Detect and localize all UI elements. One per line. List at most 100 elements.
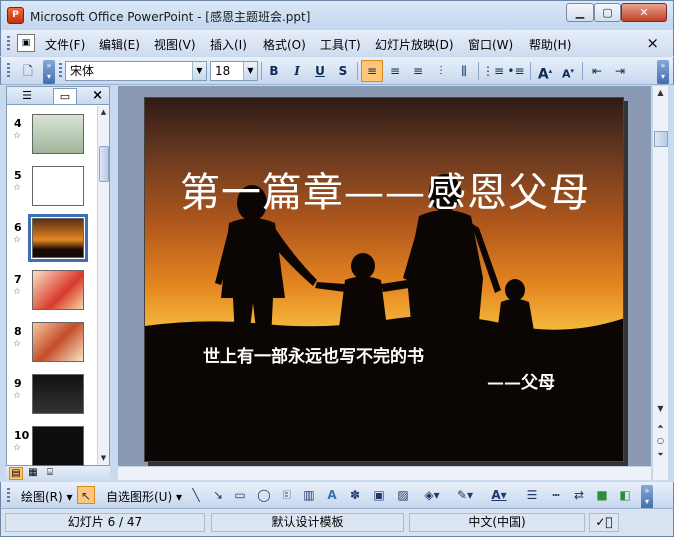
slide-body-line-1[interactable]: 世上有一部永远也写不完的书: [203, 342, 424, 367]
powerpoint-app-icon[interactable]: P: [7, 7, 24, 24]
slide-thumbnail-row[interactable]: 6 ☆: [7, 214, 97, 270]
document-icon[interactable]: ▣: [17, 34, 35, 52]
vertical-textbox-icon[interactable]: ▥: [300, 486, 318, 504]
distribute-icon[interactable]: ⫶: [430, 60, 452, 82]
menu-file[interactable]: 文件(F): [45, 36, 85, 53]
normal-view-icon[interactable]: ▤: [9, 467, 23, 480]
slide-title[interactable]: 第一篇章——感恩父母: [145, 160, 623, 218]
bullets-icon[interactable]: •≡: [505, 60, 527, 82]
3d-style-icon[interactable]: ◧: [616, 486, 634, 504]
editor-vertical-scrollbar[interactable]: ▲ ▼ ⏶ ○ ⏷: [652, 86, 668, 480]
wordart-icon[interactable]: A: [323, 486, 341, 504]
menu-slideshow[interactable]: 幻灯片放映(D): [375, 36, 454, 53]
previous-slide-icon[interactable]: ⏶: [653, 422, 668, 432]
font-size-select[interactable]: 18 ▼: [210, 61, 258, 81]
line-style-icon[interactable]: ☰: [523, 486, 541, 504]
select-pointer-icon[interactable]: ↖: [77, 486, 95, 504]
shadow-style-icon[interactable]: ■: [593, 486, 611, 504]
slides-tab[interactable]: ▭: [53, 88, 77, 104]
slide-thumbnail-row[interactable]: 10 ☆: [7, 423, 97, 466]
new-document-icon[interactable]: 🗋: [17, 60, 39, 82]
minimize-button[interactable]: ▁: [566, 3, 594, 22]
decrease-indent-icon[interactable]: ⇤: [586, 60, 608, 82]
drawbar-grip[interactable]: [7, 488, 10, 502]
menu-help[interactable]: 帮助(H): [529, 36, 571, 53]
dash-style-icon[interactable]: ┅: [547, 486, 565, 504]
clipart-icon[interactable]: ▣: [370, 486, 388, 504]
slide-thumbnail-row[interactable]: 5 ☆: [7, 163, 97, 218]
spelling-icon[interactable]: ✓⃞: [589, 513, 619, 532]
picture-icon[interactable]: ▨: [394, 486, 412, 504]
slide-thumbnail-row[interactable]: 8 ☆: [7, 319, 97, 374]
close-button[interactable]: ✕: [621, 3, 667, 22]
panel-scrollbar[interactable]: ▲ ▼: [97, 106, 109, 465]
line-icon[interactable]: ╲: [187, 486, 205, 504]
menu-edit[interactable]: 编辑(E): [99, 36, 140, 53]
outline-tab[interactable]: ☰: [15, 88, 39, 104]
increase-indent-icon[interactable]: ⇥: [609, 60, 631, 82]
font-color-icon[interactable]: A▾: [490, 486, 508, 504]
numbering-icon[interactable]: ⋮≡: [482, 60, 504, 82]
menu-window[interactable]: 窗口(W): [468, 36, 513, 53]
menu-view[interactable]: 视图(V): [154, 36, 196, 53]
toolbar-options-chevron-icon[interactable]: » ▾: [641, 485, 653, 509]
scroll-down-icon[interactable]: ▼: [98, 454, 109, 462]
slide-thumbnail[interactable]: [32, 322, 84, 362]
current-slide[interactable]: 第一篇章——感恩父母 世上有一部永远也写不完的书 ——父母: [144, 97, 624, 462]
slide-thumbnail[interactable]: [32, 270, 84, 310]
slideshow-view-icon[interactable]: ⌸: [43, 467, 57, 480]
panel-scroll-thumb[interactable]: [99, 146, 109, 182]
slide-thumbnail[interactable]: [32, 166, 84, 206]
fill-color-icon[interactable]: ◈▾: [423, 486, 441, 504]
menu-tools[interactable]: 工具(T): [320, 36, 361, 53]
vertical-text-icon[interactable]: ⫼: [453, 60, 475, 82]
line-color-icon[interactable]: ✎▾: [456, 486, 474, 504]
menu-grip[interactable]: [7, 36, 10, 50]
scroll-down-icon[interactable]: ▼: [653, 404, 668, 413]
slide-thumbnail-row[interactable]: 7 ☆: [7, 267, 97, 322]
document-close-icon[interactable]: ×: [646, 34, 659, 52]
editor-horizontal-scrollbar[interactable]: [118, 466, 651, 480]
toolbar-grip[interactable]: [7, 63, 10, 77]
slide-thumbnail-row[interactable]: 4 ☆: [7, 111, 97, 166]
arrow-style-icon[interactable]: ⇄: [570, 486, 588, 504]
align-center-icon[interactable]: ≡: [384, 60, 406, 82]
decrease-font-button[interactable]: A▾: [557, 60, 579, 82]
menu-insert[interactable]: 插入(I): [210, 36, 247, 53]
chevron-down-icon[interactable]: ▼: [192, 62, 206, 80]
restore-button[interactable]: ▢: [594, 3, 621, 22]
slide-body-line-2[interactable]: ——父母: [487, 368, 555, 393]
align-left-icon[interactable]: ≡: [361, 60, 383, 82]
diagram-icon[interactable]: ✽: [346, 486, 364, 504]
rectangle-icon[interactable]: ▭: [231, 486, 249, 504]
underline-button[interactable]: U: [309, 60, 331, 82]
scroll-up-icon[interactable]: ▲: [98, 108, 109, 116]
menu-format[interactable]: 格式(O): [263, 36, 306, 53]
font-name-select[interactable]: 宋体 ▼: [65, 61, 207, 81]
oval-icon[interactable]: ◯: [255, 486, 273, 504]
chevron-down-icon[interactable]: ▼: [243, 62, 257, 80]
autoshapes-button[interactable]: 自选图形(U) ▾: [106, 488, 182, 505]
italic-button[interactable]: I: [286, 60, 308, 82]
panel-close-icon[interactable]: ×: [92, 88, 103, 103]
increase-font-button[interactable]: A▴: [534, 60, 556, 83]
editor-scroll-thumb[interactable]: [654, 131, 668, 147]
shadow-button[interactable]: S: [332, 60, 354, 82]
align-right-icon[interactable]: ≡: [407, 60, 429, 82]
slide-thumbnail[interactable]: [28, 214, 88, 262]
scroll-up-icon[interactable]: ▲: [653, 88, 668, 97]
toolbar-options-chevron-icon[interactable]: » ▾: [657, 60, 669, 84]
slide-thumbnail[interactable]: [32, 426, 84, 466]
bold-button[interactable]: B: [263, 60, 285, 82]
slide-thumbnail[interactable]: [32, 374, 84, 414]
select-browse-object-icon[interactable]: ○: [653, 436, 668, 445]
slide-thumbnail[interactable]: [32, 114, 84, 154]
slide-sorter-icon[interactable]: ▦: [26, 467, 40, 480]
toolbar-options-chevron-icon[interactable]: » ▾: [43, 60, 55, 84]
arrow-icon[interactable]: ↘: [209, 486, 227, 504]
slide-thumbnail-row[interactable]: 9 ☆: [7, 371, 97, 426]
textbox-icon[interactable]: 🗉: [278, 486, 296, 504]
next-slide-icon[interactable]: ⏷: [653, 450, 668, 460]
draw-menu-button[interactable]: 绘图(R) ▾: [21, 488, 73, 505]
toolbar-grip-2[interactable]: [59, 63, 62, 77]
